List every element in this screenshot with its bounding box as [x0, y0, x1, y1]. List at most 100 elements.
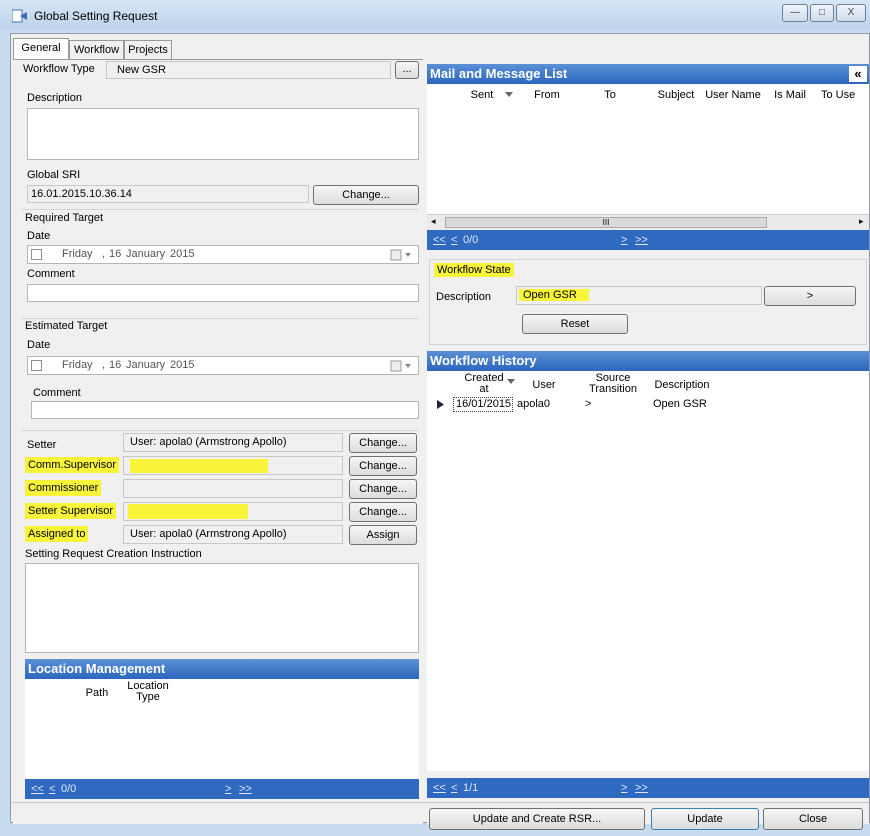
required-comment-input[interactable] — [27, 284, 419, 302]
column-header-path[interactable]: Path — [77, 687, 117, 699]
comm-supervisor-change-button[interactable]: Change... — [349, 456, 417, 476]
row-description: Open GSR — [653, 398, 707, 410]
nav-next-button[interactable]: > — [621, 230, 627, 250]
column-header-to[interactable]: To — [595, 89, 625, 101]
nav-first-button[interactable]: << — [433, 778, 446, 798]
tab-projects[interactable]: Projects — [124, 40, 172, 60]
description-label: Description — [27, 92, 83, 104]
scroll-left-icon[interactable]: ◂ — [431, 216, 436, 227]
column-header-location-type[interactable]: Location Type — [125, 681, 171, 703]
assigned-to-field: User: apola0 (Armstrong Apollo) — [123, 525, 343, 544]
workflow-history-grid: Created at User Source Transition Descri… — [427, 371, 869, 771]
tab-workflow[interactable]: Workflow — [69, 40, 124, 60]
estimated-date-year: 2015 — [170, 359, 195, 371]
comm-supervisor-label: Comm.Supervisor — [25, 457, 120, 473]
column-header-sent[interactable]: Sent — [467, 89, 497, 101]
assign-button[interactable]: Assign — [349, 525, 417, 545]
global-sri-value: 16.01.2015.10.36.14 — [31, 188, 132, 200]
setter-change-button[interactable]: Change... — [349, 433, 417, 453]
column-header-description[interactable]: Description — [649, 379, 715, 391]
browse-button[interactable]: ... — [395, 61, 419, 79]
location-grid: Path Location Type — [25, 679, 419, 779]
workflow-type-field: New GSR — [106, 61, 391, 79]
required-date-comma: , — [102, 248, 106, 260]
minimize-button[interactable]: — — [782, 4, 808, 22]
collapse-icon[interactable]: « — [849, 66, 867, 82]
workflow-history-title: Workflow History — [427, 351, 869, 371]
workflow-go-button[interactable]: > — [764, 286, 856, 306]
estimated-date-weekday: Friday — [62, 359, 93, 371]
column-header-subject[interactable]: Subject — [651, 89, 701, 101]
scroll-right-icon[interactable]: ▸ — [859, 216, 864, 227]
divider — [21, 430, 419, 431]
setter-supervisor-change-button[interactable]: Change... — [349, 502, 417, 522]
nav-prev-button[interactable]: < — [451, 230, 457, 250]
calendar-dropdown-icon[interactable] — [390, 360, 414, 372]
global-sri-label: Global SRI — [27, 169, 81, 181]
column-header-source-transition[interactable]: Source Transition — [585, 373, 641, 395]
nav-first-button[interactable]: << — [31, 779, 44, 799]
setter-supervisor-label: Setter Supervisor — [25, 503, 116, 519]
commissioner-label: Commissioner — [25, 480, 102, 496]
highlight-mark — [128, 504, 248, 519]
required-target-label: Required Target — [25, 212, 104, 224]
instruction-label: Setting Request Creation Instruction — [25, 548, 202, 560]
workflow-state-group: Workflow State Description Open GSR > Re… — [429, 259, 867, 345]
workflow-type-value: New GSR — [117, 64, 166, 76]
column-header-user-name[interactable]: User Name — [703, 89, 763, 101]
tab-general[interactable]: General — [13, 38, 69, 60]
estimated-date-day: 16 — [109, 359, 122, 371]
required-date-year: 2015 — [170, 248, 195, 260]
column-header-from[interactable]: From — [527, 89, 567, 101]
column-header-created-at[interactable]: Created at — [459, 373, 509, 395]
comm-supervisor-field — [123, 456, 343, 475]
workflow-reset-button[interactable]: Reset — [522, 314, 628, 334]
nav-last-button[interactable]: >> — [239, 779, 252, 799]
nav-first-button[interactable]: << — [433, 230, 446, 250]
required-comment-label: Comment — [27, 268, 75, 280]
nav-last-button[interactable]: >> — [635, 230, 648, 250]
estimated-date-checkbox[interactable] — [31, 360, 42, 371]
estimated-date-picker[interactable]: Friday , 16 January 2015 — [27, 356, 419, 375]
location-management-panel: Location Management Path Location Type <… — [25, 659, 419, 801]
instruction-input[interactable] — [25, 563, 419, 653]
nav-next-button[interactable]: > — [225, 779, 231, 799]
nav-prev-button[interactable]: < — [49, 779, 55, 799]
nav-last-button[interactable]: >> — [635, 778, 648, 798]
close-window-button[interactable]: X — [836, 4, 866, 22]
nav-next-button[interactable]: > — [621, 778, 627, 798]
estimated-comment-input[interactable] — [31, 401, 419, 419]
update-button[interactable]: Update — [651, 808, 759, 830]
column-header-user[interactable]: User — [521, 379, 567, 391]
required-date-label: Date — [27, 230, 51, 242]
maximize-button[interactable]: □ — [810, 4, 834, 22]
required-date-picker[interactable]: Friday , 16 January 2015 — [27, 245, 419, 264]
nav-prev-button[interactable]: < — [451, 778, 457, 798]
mail-grid: Sent From To Subject User Name Is Mail T… — [427, 84, 869, 214]
workflow-state-description-label: Description — [436, 291, 492, 303]
table-row[interactable]: 16/01/2015 apola0 > Open GSR — [427, 397, 717, 412]
estimated-target-label: Estimated Target — [25, 320, 108, 332]
scroll-thumb[interactable]: III — [445, 217, 767, 228]
required-date-checkbox[interactable] — [31, 249, 42, 260]
column-header-to-user[interactable]: To Use — [821, 89, 869, 101]
window-title: Global Setting Request — [34, 9, 158, 23]
workflow-type-label: Workflow Type — [23, 63, 95, 75]
estimated-date-month: January — [126, 359, 166, 371]
global-sri-field: 16.01.2015.10.36.14 — [27, 185, 309, 203]
horizontal-scrollbar[interactable]: ◂ III ▸ — [427, 214, 869, 230]
column-header-is-mail[interactable]: Is Mail — [767, 89, 813, 101]
change-sri-button[interactable]: Change... — [313, 185, 419, 205]
app-icon — [12, 9, 27, 23]
sort-desc-icon — [505, 92, 513, 97]
commissioner-change-button[interactable]: Change... — [349, 479, 417, 499]
divider — [21, 209, 419, 210]
update-create-rsr-button[interactable]: Update and Create RSR... — [429, 808, 645, 830]
calendar-dropdown-icon[interactable] — [390, 249, 414, 261]
assigned-to-value: User: apola0 (Armstrong Apollo) — [130, 528, 287, 540]
description-input[interactable] — [27, 108, 419, 160]
close-button[interactable]: Close — [763, 808, 863, 830]
title-bar[interactable]: Global Setting Request — □ X — [0, 0, 870, 30]
nav-count: 0/0 — [61, 783, 77, 795]
row-transition: > — [585, 398, 592, 410]
